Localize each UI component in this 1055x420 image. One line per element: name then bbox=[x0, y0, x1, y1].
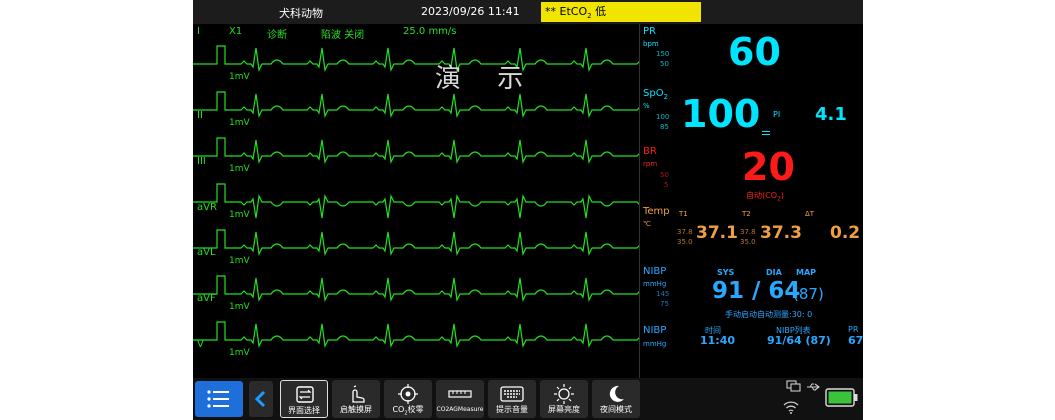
dt-value: 0.2 bbox=[830, 223, 861, 243]
perfusion-bar-icon bbox=[762, 134, 770, 135]
moon-icon bbox=[609, 385, 624, 402]
br-unit: rpm bbox=[643, 160, 658, 168]
pi-value: 4.1 bbox=[815, 104, 847, 125]
ecg-trace-avf bbox=[193, 275, 639, 303]
t2-value: 37.3 bbox=[760, 223, 802, 243]
chevron-left-icon bbox=[254, 390, 266, 408]
br-high-limit: 50 bbox=[660, 171, 669, 179]
menu-icon bbox=[207, 390, 229, 408]
nibp-list-label: NIBP bbox=[643, 325, 667, 336]
dia-label: DIA bbox=[766, 268, 782, 277]
lead-label-avr: aVR bbox=[197, 202, 217, 213]
perfusion-bar-icon bbox=[762, 131, 770, 132]
scale-label: 1mV bbox=[229, 118, 250, 128]
back-button[interactable] bbox=[249, 381, 273, 417]
br-low-limit: 5 bbox=[664, 181, 669, 189]
scale-label: 1mV bbox=[229, 210, 250, 220]
interface-select-button[interactable]: 界面选择 bbox=[280, 380, 328, 418]
demo-watermark: 演 示 bbox=[435, 64, 538, 94]
nibp-unit: mmHg bbox=[643, 280, 667, 288]
temp-label: Temp bbox=[643, 206, 670, 217]
pr-unit: bpm bbox=[643, 40, 659, 48]
ecg-trace-avr bbox=[193, 183, 639, 219]
night-mode-button[interactable]: 夜间模式 bbox=[592, 380, 640, 418]
wifi-icon bbox=[783, 401, 799, 414]
pr-low-limit: 50 bbox=[660, 60, 669, 68]
t1-label: T1 bbox=[679, 210, 688, 218]
pr-header: PR bbox=[848, 325, 859, 334]
br-label: BR bbox=[643, 146, 657, 157]
ruler-icon bbox=[448, 390, 472, 398]
spo2-high-limit: 100 bbox=[656, 113, 670, 121]
temp-unit: ℃ bbox=[643, 220, 651, 228]
nibp-status: 手动启动自动测量:30: 0 bbox=[725, 310, 813, 319]
spo2-unit: % bbox=[643, 102, 650, 110]
br-source: 自动(CO2) bbox=[746, 191, 784, 203]
panel-divider bbox=[639, 24, 640, 378]
lead-label-ii: II bbox=[197, 110, 203, 121]
brightness-icon bbox=[554, 384, 574, 404]
pi-label: PI bbox=[773, 110, 781, 119]
layout-switch-icon bbox=[296, 386, 314, 403]
pr-label: PR bbox=[643, 26, 656, 37]
ecg-trace-v bbox=[193, 321, 639, 349]
map-value: (87) bbox=[793, 285, 824, 303]
scale-label: 1mV bbox=[229, 256, 250, 266]
sys-label: SYS bbox=[717, 268, 735, 277]
patient-type[interactable]: 犬科动物 bbox=[279, 5, 323, 21]
main-menu-button[interactable] bbox=[195, 381, 243, 417]
pr-high-limit: 150 bbox=[656, 50, 670, 58]
ecg-trace-iii bbox=[193, 137, 639, 165]
ecg-trace-i bbox=[193, 45, 639, 73]
lead-label-avl: aVL bbox=[197, 247, 216, 258]
nibp-high-limit: 145 bbox=[656, 290, 670, 298]
usb-icon bbox=[807, 383, 820, 391]
nibp-list-unit: mmHg bbox=[643, 340, 667, 348]
ecg-trace-avl bbox=[193, 229, 639, 257]
list-pr: 67 bbox=[848, 334, 863, 347]
ecg-waveforms[interactable] bbox=[193, 28, 639, 378]
battery-icon bbox=[825, 388, 858, 407]
date-time: 2023/09/26 11:41 bbox=[421, 5, 520, 18]
nibp-low-limit: 75 bbox=[660, 300, 669, 308]
br-value: 20 bbox=[742, 145, 795, 189]
scale-label: 1mV bbox=[229, 72, 250, 82]
network-icon bbox=[786, 380, 801, 392]
spo2-low-limit: 85 bbox=[660, 123, 669, 131]
monitor-screen: 犬科动物 2023/09/26 11:41 ** EtCO2 低 I X1 诊断… bbox=[193, 0, 863, 420]
t2-label: T2 bbox=[742, 210, 751, 218]
list-time: 11:40 bbox=[700, 334, 736, 347]
screen-brightness-button[interactable]: 屏幕亮度 bbox=[540, 380, 588, 418]
alarm-banner[interactable]: ** EtCO2 低 bbox=[541, 2, 701, 22]
scale-label: 1mV bbox=[229, 164, 250, 174]
pr-value: 60 bbox=[728, 30, 781, 74]
map-label: MAP bbox=[796, 268, 817, 277]
touch-hand-icon bbox=[352, 385, 365, 403]
t1-low-limit: 35.0 bbox=[677, 238, 693, 246]
prompt-volume-button[interactable]: 提示音量 bbox=[488, 380, 536, 418]
lead-label-v: V bbox=[197, 339, 204, 350]
lead-label-avf: aVF bbox=[197, 293, 216, 304]
co2-ag-measure-button[interactable]: CO2AGMeasure bbox=[436, 380, 484, 418]
dt-label: ΔT bbox=[805, 210, 815, 218]
t2-high-limit: 37.8 bbox=[740, 228, 756, 236]
t1-value: 37.1 bbox=[696, 223, 738, 243]
bottom-toolbar: 界面选择 启触摸屏 CO2校零 CO2AGMeasure 提示音量 屏幕亮度 夜… bbox=[193, 378, 863, 420]
scale-label: 1mV bbox=[229, 348, 250, 358]
nibp-label: NIBP bbox=[643, 266, 667, 277]
spo2-label: SpO2 bbox=[643, 88, 669, 101]
list-reading: 91/64 (87) bbox=[767, 334, 831, 347]
scale-label: 1mV bbox=[229, 302, 250, 312]
nibp-value: 91 / 64 bbox=[712, 278, 801, 304]
top-bar: 犬科动物 2023/09/26 11:41 ** EtCO2 低 bbox=[193, 0, 863, 24]
lead-label-iii: III bbox=[197, 156, 206, 167]
t1-high-limit: 37.8 bbox=[677, 228, 693, 236]
spo2-value: 100 bbox=[681, 92, 761, 136]
ecg-trace-ii bbox=[193, 91, 639, 119]
touch-screen-button[interactable]: 启触摸屏 bbox=[332, 380, 380, 418]
target-icon bbox=[398, 384, 418, 404]
t2-low-limit: 35.0 bbox=[740, 238, 756, 246]
keyboard-icon bbox=[500, 386, 524, 402]
co2-zero-button[interactable]: CO2校零 bbox=[384, 380, 432, 418]
